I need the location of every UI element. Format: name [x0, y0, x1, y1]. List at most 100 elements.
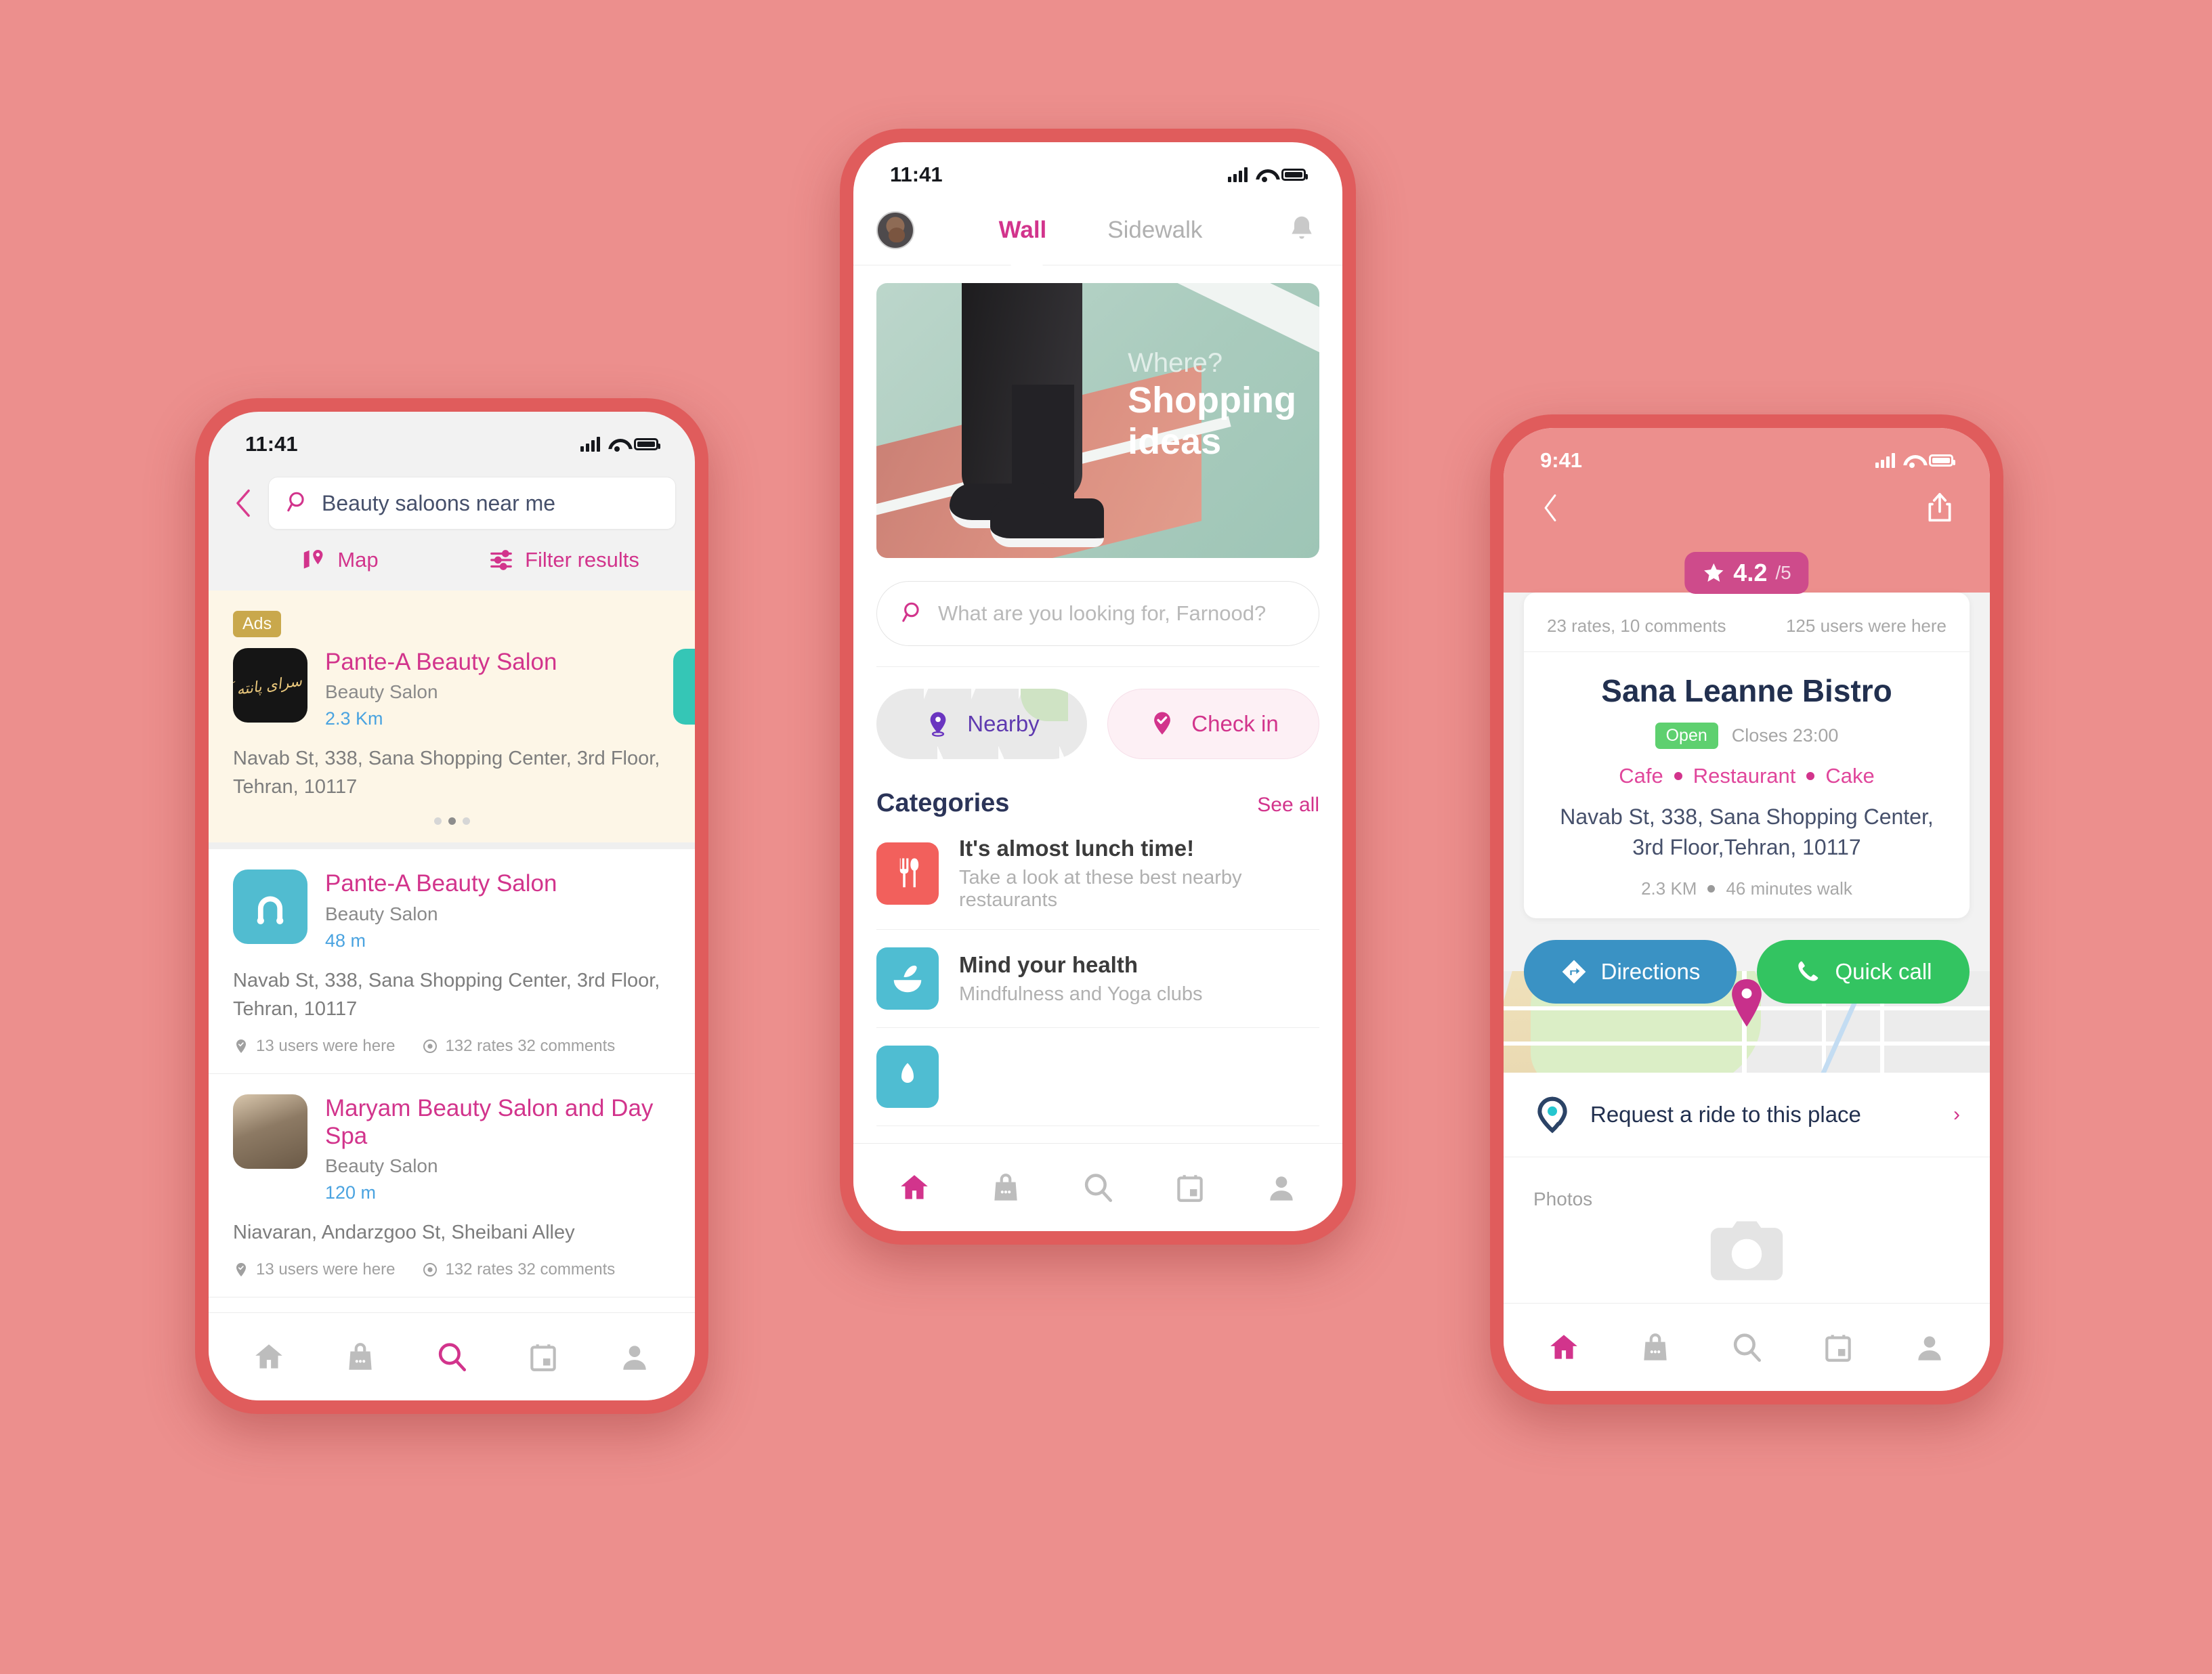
home-icon[interactable] [895, 1169, 933, 1207]
result-name[interactable]: Pante-A Beauty Salon [325, 648, 671, 676]
check-in-button[interactable]: Check in [1107, 689, 1319, 759]
quick-actions-row: Nearby Check in [876, 667, 1319, 759]
place-counts: 23 rates, 10 comments 125 users were her… [1524, 593, 1970, 652]
back-chevron-icon[interactable] [228, 483, 259, 523]
result-meta: 13 users were here 132 rates 32 comments [233, 1260, 671, 1279]
result-name[interactable]: Maryam Beauty Salon and Day Spa [325, 1094, 671, 1151]
search-icon[interactable] [1728, 1329, 1766, 1367]
left-screen: 11:41 Beauty saloons near me Map Filter … [209, 412, 695, 1400]
filter-results-button[interactable]: Filter results [452, 547, 676, 573]
rating-out-of: /5 [1775, 562, 1791, 583]
yoga-bowl-icon [876, 947, 939, 1010]
categories-header: Categories See all [876, 789, 1319, 818]
nearby-button[interactable]: Nearby [876, 689, 1087, 759]
wall-header: Wall Sidewalk [853, 195, 1342, 267]
result-name[interactable]: Pante-A Beauty Salon [325, 870, 671, 897]
categories-title: Categories [876, 789, 1010, 817]
list-item[interactable] [876, 1028, 1319, 1126]
tag-restaurant[interactable]: Restaurant [1693, 764, 1796, 788]
bottom-nav [209, 1312, 695, 1400]
place-address-line1: Navab St, 338, Sana Shopping Center, [1560, 804, 1934, 829]
home-icon[interactable] [250, 1338, 288, 1376]
battery-icon [634, 438, 660, 450]
cellular-signal-icon [1875, 453, 1895, 468]
result-distance: 48 m [325, 930, 366, 951]
status-time: 11:41 [890, 163, 943, 186]
center-status-bar: 11:41 [853, 142, 1342, 195]
result-address: Navab St, 338, Sana Shopping Center, 3rd… [233, 748, 660, 798]
person-icon[interactable] [616, 1338, 654, 1376]
rates-count: 23 rates, 10 comments [1547, 616, 1726, 636]
result-info: Maryam Beauty Salon and Day Spa Beauty S… [325, 1094, 671, 1204]
bag-icon[interactable] [1636, 1329, 1674, 1367]
result-visitors-text: 13 users were here [256, 1260, 396, 1279]
bag-icon[interactable] [987, 1169, 1025, 1207]
cellular-signal-icon [580, 437, 600, 452]
open-status-row: Open Closes 23:00 [1544, 723, 1949, 749]
result-info: Pante-A Beauty Salon Beauty Salon 2.3 Km [325, 648, 671, 729]
page-title: Sana Leanne Bistro [1601, 673, 1892, 708]
calendar-icon[interactable] [1171, 1169, 1209, 1207]
result-rates: 132 rates 32 comments [422, 1260, 615, 1279]
wall-search-input[interactable]: What are you looking for, Farnood? [876, 581, 1319, 646]
request-ride-row[interactable]: Request a ride to this place › [1504, 1072, 1990, 1157]
notification-bell-icon[interactable] [1287, 214, 1319, 246]
nearby-label: Nearby [967, 711, 1040, 736]
result-visitors: 13 users were here [233, 1037, 395, 1056]
bottom-nav [1504, 1303, 1990, 1391]
back-chevron-icon[interactable] [1539, 492, 1562, 527]
list-item[interactable]: Mind your health Mindfulness and Yoga cl… [876, 930, 1319, 1028]
result-rates-text: 132 rates 32 comments [445, 1036, 616, 1055]
search-header: Beauty saloons near me Map Filter result… [209, 465, 695, 591]
spa-icon [876, 1046, 939, 1108]
tab-sidewalk[interactable]: Sidewalk [1107, 217, 1202, 244]
home-icon[interactable] [1545, 1329, 1583, 1367]
result-head: Pante-A Beauty Salon Beauty Salon 48 m [233, 870, 671, 951]
table-row[interactable]: Pante-A Beauty Salon Beauty Salon 48 m N… [209, 849, 695, 1074]
center-screen: 11:41 Wall Sidewalk Where? Shopping idea… [853, 142, 1342, 1231]
search-icon[interactable] [433, 1338, 471, 1376]
table-row[interactable]: Ads عروس سرای پانته آ رسی Pante-A Beauty… [209, 591, 695, 850]
list-item-text: It's almost lunch time! Take a look at t… [959, 836, 1319, 911]
person-icon[interactable] [1262, 1169, 1300, 1207]
right-status-bar: 9:41 [1504, 428, 1990, 481]
carousel-dots[interactable] [233, 817, 671, 825]
result-address: Navab St, 338, Sana Shopping Center, 3rd… [233, 969, 660, 1020]
right-screen: 9:41 4.2 /5 23 rates, 10 comments 125 us… [1504, 428, 1990, 1391]
request-ride-label: Request a ride to this place [1590, 1101, 1861, 1127]
star-icon [1704, 563, 1724, 582]
tab-wall[interactable]: Wall [999, 217, 1047, 244]
filter-results-label: Filter results [525, 548, 639, 572]
tag-cake[interactable]: Cake [1825, 764, 1874, 788]
table-row[interactable]: Maryam Beauty Salon and Day Spa Beauty S… [209, 1073, 695, 1298]
active-tab-indicator [1009, 251, 1044, 267]
wifi-icon [1256, 168, 1273, 182]
person-icon[interactable] [1911, 1329, 1949, 1367]
place-walk-time: 46 minutes walk [1726, 878, 1852, 899]
share-icon[interactable] [1925, 492, 1955, 528]
calendar-icon[interactable] [1819, 1329, 1857, 1367]
rating-badge: 4.2 /5 [1684, 552, 1809, 594]
swipe-action-tab[interactable] [673, 649, 695, 725]
result-rates: 132 rates 32 comments [422, 1037, 615, 1056]
directions-button[interactable]: Directions [1524, 939, 1737, 1004]
promo-hero-card[interactable]: Where? Shopping ideas [876, 283, 1319, 558]
avatar[interactable] [876, 211, 914, 249]
see-all-link[interactable]: See all [1257, 794, 1319, 817]
ride-pin-icon [1533, 1096, 1571, 1134]
quick-call-button[interactable]: Quick call [1757, 939, 1970, 1004]
search-input[interactable]: Beauty saloons near me [268, 477, 676, 530]
map-button[interactable]: Map [228, 547, 452, 573]
hero-shoe-right [990, 498, 1104, 547]
calendar-icon[interactable] [524, 1338, 562, 1376]
result-visitors: 13 users were here [233, 1260, 395, 1279]
result-visitors-text: 13 users were here [256, 1036, 396, 1055]
result-category: Beauty Salon [325, 1155, 438, 1177]
bag-icon[interactable] [341, 1338, 379, 1376]
tag-cafe[interactable]: Cafe [1619, 764, 1663, 788]
search-icon[interactable] [1079, 1169, 1117, 1207]
status-time: 11:41 [245, 432, 298, 456]
directions-label: Directions [1600, 958, 1701, 984]
table-row[interactable]: Mojgan Dadfar Beauty Lounge Beauty Salon [209, 1297, 695, 1312]
list-item[interactable]: It's almost lunch time! Take a look at t… [876, 818, 1319, 930]
